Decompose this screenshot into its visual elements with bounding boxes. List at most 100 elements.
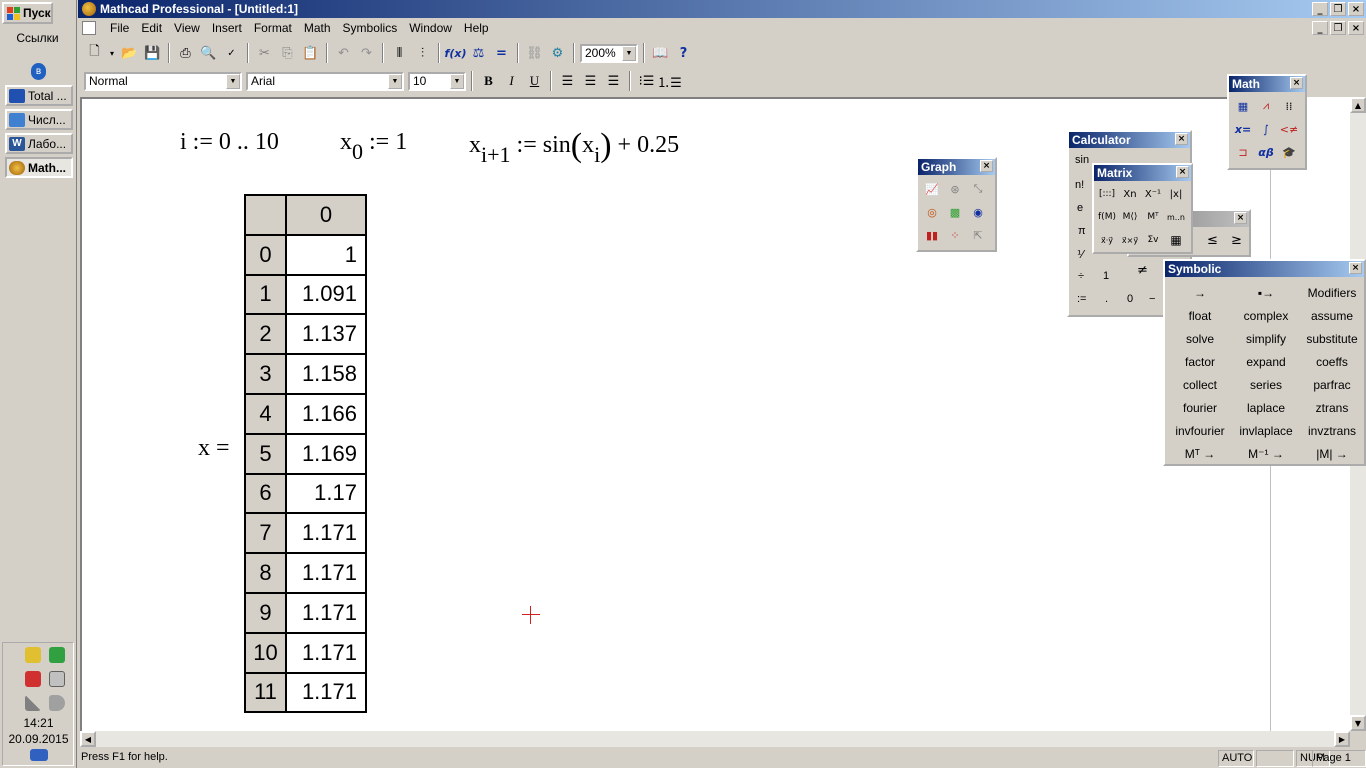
close-icon[interactable]: × — [1176, 166, 1189, 178]
symbolic-keyword-button[interactable]: series — [1233, 373, 1299, 396]
row-value[interactable]: 1.171 — [285, 512, 367, 555]
range-variable-definition[interactable]: i := 0 .. 10 — [180, 129, 279, 156]
cross-product-icon[interactable]: x⃗×y⃗ — [1120, 230, 1140, 250]
math-palette[interactable]: Math × ▦ ⩘ ⁞⁞ x= ∫ <≠ ⊐ αβ 🎓 — [1227, 74, 1307, 170]
programming-toolbar-icon[interactable]: ⊐ — [1233, 142, 1253, 162]
menu-help[interactable]: Help — [458, 21, 495, 35]
calc-key-fraction-icon[interactable]: ⅟ — [1077, 248, 1083, 261]
surface-plot-icon[interactable]: ▩ — [945, 202, 965, 222]
row-value[interactable]: 1.091 — [285, 273, 367, 316]
matrix-subscript-icon[interactable]: Xn — [1120, 184, 1140, 204]
taskbar-button-total-commander[interactable]: Total ... — [5, 85, 73, 106]
print-preview-icon[interactable]: 🔍 — [198, 43, 219, 64]
shield-icon[interactable] — [25, 647, 41, 663]
help-icon[interactable]: ? — [673, 43, 694, 64]
symbolic-keyword-button[interactable]: Modifiers — [1299, 281, 1365, 304]
undo-icon[interactable]: ↶ — [333, 43, 354, 64]
insert-component-icon[interactable]: ⚙ — [547, 43, 568, 64]
evaluation-toolbar-icon[interactable]: x= — [1233, 119, 1253, 139]
chevron-down-icon[interactable]: ▼ — [388, 73, 402, 89]
row-value[interactable]: 1.171 — [285, 671, 367, 714]
chevron-down-icon[interactable]: ▼ — [226, 73, 240, 89]
zoom-select[interactable]: 200% ▼ — [580, 43, 638, 63]
calculator-toolbar-icon[interactable]: ▦ — [1233, 96, 1253, 116]
polar-plot-icon[interactable]: ◎ — [922, 202, 942, 222]
spell-check-icon[interactable]: ✓ — [221, 43, 242, 64]
bluetooth-icon[interactable]: ʙ — [31, 63, 46, 80]
symbolic-keyword-button[interactable]: solve — [1167, 327, 1233, 350]
font-select[interactable]: Arial ▼ — [246, 71, 404, 91]
scroll-up-arrow-icon[interactable]: ▲ — [1350, 97, 1366, 113]
calc-key-sin[interactable]: sin — [1075, 154, 1089, 166]
scroll-right-arrow-icon[interactable]: ▶ — [1334, 731, 1350, 747]
style-select[interactable]: Normal ▼ — [84, 71, 242, 91]
minimize-button[interactable]: _ — [1312, 2, 1328, 16]
symbolic-keyword-button[interactable]: collect — [1167, 373, 1233, 396]
menu-math[interactable]: Math — [298, 21, 337, 35]
calc-key-0[interactable]: 0 — [1127, 293, 1133, 305]
insert-function-icon[interactable]: f(x) — [445, 43, 467, 64]
matrix-toolbar-icon[interactable]: ⁞⁞ — [1279, 96, 1299, 116]
vector-sum-icon[interactable]: Σv — [1143, 230, 1163, 250]
copy-icon[interactable]: ⎘ — [277, 43, 298, 64]
dot-product-icon[interactable]: x⃗·y⃗ — [1097, 230, 1117, 250]
taskbar-button-word[interactable]: W Лабо... — [5, 133, 73, 154]
symbolic-keyword-button[interactable]: invztrans — [1299, 419, 1365, 442]
paste-icon[interactable]: 📋 — [300, 43, 321, 64]
symbolic-toolbar-icon[interactable]: 🎓 — [1279, 142, 1299, 162]
close-icon[interactable]: × — [1234, 212, 1247, 224]
menu-file[interactable]: File — [104, 21, 135, 35]
row-value[interactable]: 1 — [285, 233, 367, 276]
vector-field-plot-icon[interactable]: ⇱ — [968, 225, 988, 245]
matrix-vectorize-icon[interactable]: f(M) — [1097, 207, 1117, 227]
graph-palette[interactable]: Graph × 📈 ⊛ ⤡ ◎ ▩ ◉ ▮▮ ⁘ ⇱ — [916, 157, 997, 252]
align-center-icon[interactable]: ☰ — [580, 71, 601, 92]
calc-key-define[interactable]: := — [1077, 293, 1086, 305]
greek-toolbar-icon[interactable]: αβ — [1256, 142, 1276, 162]
calc-key-1[interactable]: 1 — [1103, 270, 1109, 282]
symbolic-keyword-button[interactable]: assume — [1299, 304, 1365, 327]
symbolic-keyword-button[interactable]: fourier — [1167, 396, 1233, 419]
new-document-icon[interactable]: 🗋 — [84, 43, 105, 64]
symbolic-keyword-button[interactable]: invfourier — [1167, 419, 1233, 442]
matrix-inverse-icon[interactable]: X⁻¹ — [1143, 184, 1163, 204]
menu-edit[interactable]: Edit — [135, 21, 168, 35]
eval-key-less-equal[interactable]: ≤ — [1207, 233, 1218, 248]
matrix-column-icon[interactable]: M⟨⟩ — [1120, 207, 1140, 227]
open-folder-icon[interactable]: 📂 — [119, 43, 140, 64]
menu-view[interactable]: View — [168, 21, 206, 35]
close-button[interactable]: × — [1348, 2, 1364, 16]
symbolic-keyword-button[interactable]: float — [1167, 304, 1233, 327]
menu-insert[interactable]: Insert — [206, 21, 248, 35]
bold-button[interactable]: B — [478, 71, 499, 92]
symbolic-keyword-button[interactable]: complex — [1233, 304, 1299, 327]
boolean-toolbar-icon[interactable]: <≠ — [1279, 119, 1299, 139]
redo-icon[interactable]: ↷ — [356, 43, 377, 64]
insert-hyperlink-icon[interactable]: ⛓ — [524, 43, 545, 64]
scatter-plot-3d-icon[interactable]: ⁘ — [945, 225, 965, 245]
symbolic-keyword-button[interactable]: laplace — [1233, 396, 1299, 419]
align-across-icon[interactable]: ⫴ — [389, 43, 410, 64]
recurrence-definition[interactable]: xi+1 := sin(xi) + 0.25 — [469, 127, 679, 168]
signal-icon[interactable] — [25, 695, 41, 711]
calculator-palette-titlebar[interactable]: Calculator × — [1069, 132, 1190, 148]
clock-date[interactable]: 20.09.2015 — [0, 732, 77, 746]
symbolic-keyword-button[interactable]: simplify — [1233, 327, 1299, 350]
matrix-palette[interactable]: Matrix × [:::] Xn X⁻¹ |x| f(M) M⟨⟩ Mᵀ m.… — [1092, 163, 1193, 254]
xy-plot-icon[interactable]: 📈 — [922, 179, 942, 199]
doc-close-button[interactable]: × — [1348, 21, 1364, 35]
calculus-toolbar-icon[interactable]: ∫ — [1256, 119, 1276, 139]
calc-key-decimal[interactable]: . — [1105, 293, 1108, 305]
clipboard-icon[interactable] — [49, 671, 65, 687]
clock-time[interactable]: 14:21 — [0, 716, 77, 730]
chevron-down-icon[interactable]: ▼ — [450, 73, 464, 89]
new-dropdown-icon[interactable]: ▾ — [107, 43, 117, 64]
symbolic-keyword-button[interactable]: |M| → — [1299, 442, 1365, 465]
row-value[interactable]: 1.171 — [285, 591, 367, 634]
symbolic-keyword-button[interactable]: coeffs — [1299, 350, 1365, 373]
symbolic-palette[interactable]: Symbolic × → ▪→ Modifiers float complex assum… — [1163, 259, 1366, 466]
numbered-list-icon[interactable]: ⒈☰ — [657, 71, 682, 92]
picture-icon[interactable]: ▦ — [1166, 230, 1186, 250]
matrix-insert-icon[interactable]: [:::] — [1097, 184, 1117, 204]
scroll-left-arrow-icon[interactable]: ◀ — [80, 731, 96, 747]
